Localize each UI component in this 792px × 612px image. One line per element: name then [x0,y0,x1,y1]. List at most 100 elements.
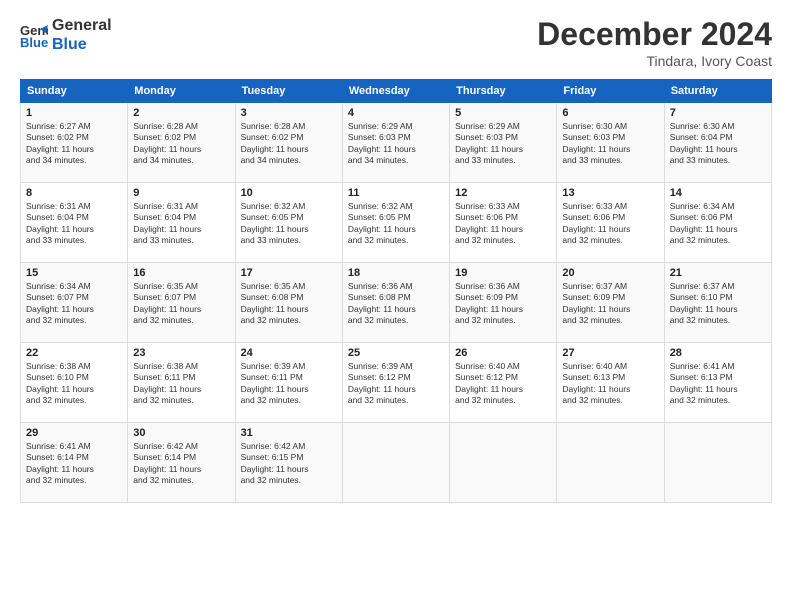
logo-line1: General [52,16,112,35]
calendar-cell: 9Sunrise: 6:31 AM Sunset: 6:04 PM Daylig… [128,183,235,263]
page: General Blue General Blue December 2024 … [0,0,792,612]
day-number: 31 [241,427,337,439]
day-info: Sunrise: 6:28 AM Sunset: 6:02 PM Dayligh… [241,121,337,167]
day-info: Sunrise: 6:40 AM Sunset: 6:13 PM Dayligh… [562,361,658,407]
day-number: 4 [348,107,444,119]
calendar-cell: 10Sunrise: 6:32 AM Sunset: 6:05 PM Dayli… [235,183,342,263]
calendar-cell: 2 Sunrise: 6:28 AM Sunset: 6:02 PM Daylig… [128,103,235,183]
day-number: 28 [670,347,766,359]
svg-text:Blue: Blue [20,35,48,49]
calendar-cell: 6 Sunrise: 6:30 AM Sunset: 6:03 PM Daylig… [557,103,664,183]
calendar-cell: 13 Sunrise: 6:33 AM Sunset: 6:06 PM Dayli… [557,183,664,263]
calendar-week-1: 1 Sunrise: 6:27 AM Sunset: 6:02 PM Daylig… [21,103,772,183]
column-header-monday: Monday [128,80,235,103]
day-info: Sunrise: 6:32 AM Sunset: 6:05 PM Dayligh… [241,201,337,247]
day-number: 26 [455,347,551,359]
main-title: December 2024 [537,16,772,53]
calendar-cell [450,423,557,503]
calendar-cell: 21Sunrise: 6:37 AM Sunset: 6:10 PM Dayli… [664,263,771,343]
day-info: Sunrise: 6:37 AM Sunset: 6:10 PM Dayligh… [670,281,766,327]
title-block: December 2024 Tindara, Ivory Coast [537,16,772,69]
header: General Blue General Blue December 2024 … [20,16,772,69]
calendar-cell: 25 Sunrise: 6:39 AM Sunset: 6:12 PM Dayli… [342,343,449,423]
day-number: 17 [241,267,337,279]
day-info: Sunrise: 6:27 AM Sunset: 6:02 PM Dayligh… [26,121,122,167]
day-number: 14 [670,187,766,199]
day-info: Sunrise: 6:31 AM Sunset: 6:04 PM Dayligh… [26,201,122,247]
day-info: Sunrise: 6:38 AM Sunset: 6:10 PM Dayligh… [26,361,122,407]
day-number: 5 [455,107,551,119]
calendar-cell: 16Sunrise: 6:35 AM Sunset: 6:07 PM Dayli… [128,263,235,343]
day-number: 12 [455,187,551,199]
logo-icon: General Blue [20,21,48,49]
calendar-week-2: 8 Sunrise: 6:31 AM Sunset: 6:04 PM Daylig… [21,183,772,263]
day-info: Sunrise: 6:39 AM Sunset: 6:12 PM Dayligh… [348,361,444,407]
day-number: 20 [562,267,658,279]
calendar-cell: 26 Sunrise: 6:40 AM Sunset: 6:12 PM Dayli… [450,343,557,423]
day-number: 9 [133,187,229,199]
day-info: Sunrise: 6:39 AM Sunset: 6:11 PM Dayligh… [241,361,337,407]
calendar-cell: 11 Sunrise: 6:32 AM Sunset: 6:05 PM Dayli… [342,183,449,263]
calendar-week-4: 22 Sunrise: 6:38 AM Sunset: 6:10 PM Dayli… [21,343,772,423]
calendar-cell: 29Sunrise: 6:41 AM Sunset: 6:14 PM Dayli… [21,423,128,503]
day-info: Sunrise: 6:41 AM Sunset: 6:13 PM Dayligh… [670,361,766,407]
calendar-cell: 20 Sunrise: 6:37 AM Sunset: 6:09 PM Dayli… [557,263,664,343]
calendar-cell [664,423,771,503]
day-info: Sunrise: 6:33 AM Sunset: 6:06 PM Dayligh… [562,201,658,247]
subtitle: Tindara, Ivory Coast [537,53,772,69]
calendar-cell: 22 Sunrise: 6:38 AM Sunset: 6:10 PM Dayli… [21,343,128,423]
column-header-sunday: Sunday [21,80,128,103]
day-number: 15 [26,267,122,279]
day-info: Sunrise: 6:36 AM Sunset: 6:09 PM Dayligh… [455,281,551,327]
day-number: 25 [348,347,444,359]
column-header-wednesday: Wednesday [342,80,449,103]
day-info: Sunrise: 6:37 AM Sunset: 6:09 PM Dayligh… [562,281,658,327]
day-info: Sunrise: 6:32 AM Sunset: 6:05 PM Dayligh… [348,201,444,247]
calendar-cell: 27 Sunrise: 6:40 AM Sunset: 6:13 PM Dayli… [557,343,664,423]
day-info: Sunrise: 6:34 AM Sunset: 6:07 PM Dayligh… [26,281,122,327]
calendar-cell: 28 Sunrise: 6:41 AM Sunset: 6:13 PM Dayli… [664,343,771,423]
calendar-week-5: 29Sunrise: 6:41 AM Sunset: 6:14 PM Dayli… [21,423,772,503]
calendar-cell: 31 Sunrise: 6:42 AM Sunset: 6:15 PM Dayli… [235,423,342,503]
day-info: Sunrise: 6:28 AM Sunset: 6:02 PM Dayligh… [133,121,229,167]
calendar-cell: 14Sunrise: 6:34 AM Sunset: 6:06 PM Dayli… [664,183,771,263]
day-number: 1 [26,107,122,119]
day-number: 11 [348,187,444,199]
calendar-cell: 18Sunrise: 6:36 AM Sunset: 6:08 PM Dayli… [342,263,449,343]
calendar-cell [342,423,449,503]
calendar-cell: 19Sunrise: 6:36 AM Sunset: 6:09 PM Dayli… [450,263,557,343]
day-number: 8 [26,187,122,199]
calendar-cell: 4 Sunrise: 6:29 AM Sunset: 6:03 PM Daylig… [342,103,449,183]
day-number: 13 [562,187,658,199]
day-info: Sunrise: 6:30 AM Sunset: 6:03 PM Dayligh… [562,121,658,167]
day-number: 30 [133,427,229,439]
day-number: 6 [562,107,658,119]
calendar-cell: 1 Sunrise: 6:27 AM Sunset: 6:02 PM Daylig… [21,103,128,183]
day-number: 22 [26,347,122,359]
calendar-cell: 8 Sunrise: 6:31 AM Sunset: 6:04 PM Daylig… [21,183,128,263]
day-info: Sunrise: 6:40 AM Sunset: 6:12 PM Dayligh… [455,361,551,407]
calendar-week-3: 15 Sunrise: 6:34 AM Sunset: 6:07 PM Dayli… [21,263,772,343]
calendar-cell: 7Sunrise: 6:30 AM Sunset: 6:04 PM Daylig… [664,103,771,183]
calendar-cell [557,423,664,503]
day-number: 2 [133,107,229,119]
day-info: Sunrise: 6:38 AM Sunset: 6:11 PM Dayligh… [133,361,229,407]
day-info: Sunrise: 6:42 AM Sunset: 6:15 PM Dayligh… [241,441,337,487]
day-info: Sunrise: 6:30 AM Sunset: 6:04 PM Dayligh… [670,121,766,167]
calendar-table: SundayMondayTuesdayWednesdayThursdayFrid… [20,79,772,503]
column-header-friday: Friday [557,80,664,103]
column-header-thursday: Thursday [450,80,557,103]
day-info: Sunrise: 6:42 AM Sunset: 6:14 PM Dayligh… [133,441,229,487]
day-number: 3 [241,107,337,119]
day-info: Sunrise: 6:29 AM Sunset: 6:03 PM Dayligh… [348,121,444,167]
calendar-cell: 3 Sunrise: 6:28 AM Sunset: 6:02 PM Daylig… [235,103,342,183]
day-number: 27 [562,347,658,359]
day-number: 16 [133,267,229,279]
day-info: Sunrise: 6:29 AM Sunset: 6:03 PM Dayligh… [455,121,551,167]
calendar-cell: 12Sunrise: 6:33 AM Sunset: 6:06 PM Dayli… [450,183,557,263]
calendar-header-row: SundayMondayTuesdayWednesdayThursdayFrid… [21,80,772,103]
calendar-cell: 5 Sunrise: 6:29 AM Sunset: 6:03 PM Daylig… [450,103,557,183]
logo: General Blue General Blue [20,16,112,54]
calendar-cell: 15 Sunrise: 6:34 AM Sunset: 6:07 PM Dayli… [21,263,128,343]
day-info: Sunrise: 6:36 AM Sunset: 6:08 PM Dayligh… [348,281,444,327]
